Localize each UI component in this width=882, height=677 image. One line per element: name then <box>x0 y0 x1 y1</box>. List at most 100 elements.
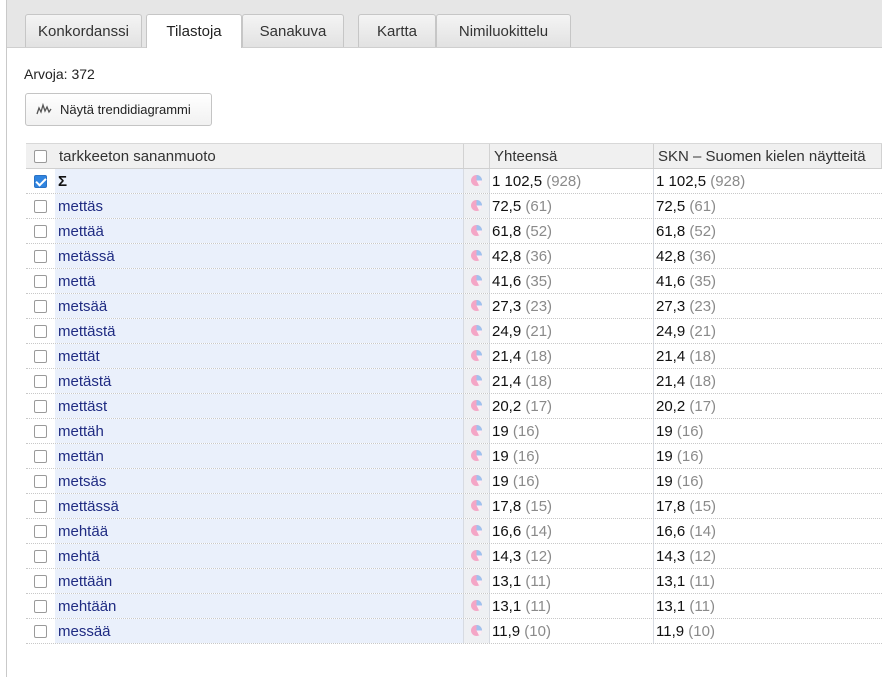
pie-chart-icon[interactable] <box>470 599 483 612</box>
word-link[interactable]: mettää <box>55 223 104 240</box>
row-checkbox[interactable] <box>34 600 47 613</box>
table-row: mehtää 16,6 (14) 16,6 (14) <box>26 519 882 544</box>
row-checkbox[interactable] <box>34 500 47 513</box>
pie-chart-icon[interactable] <box>470 349 483 362</box>
corpus-absolute-count: (928) <box>710 173 746 190</box>
word-link[interactable]: mettästä <box>55 323 116 340</box>
column-header-word[interactable]: tarkkeeton sananmuoto <box>55 144 464 168</box>
corpus-relative-value: 16,6 <box>656 523 686 540</box>
word-link[interactable]: mettän <box>55 448 104 465</box>
corpus-absolute-count: (16) <box>676 448 704 465</box>
table-row: Σ 1 102,5 (928) 1 102,5 (928) <box>26 169 882 194</box>
total-relative-value: 24,9 <box>492 323 522 340</box>
corpus-cell: 21,4 (18) <box>654 369 882 393</box>
word-cell: metsää <box>55 294 464 318</box>
row-checkbox[interactable] <box>34 425 47 438</box>
corpus-relative-value: 19 <box>656 473 673 490</box>
word-link[interactable]: metässä <box>55 248 115 265</box>
word-link[interactable]: mettä <box>55 273 96 290</box>
row-checkbox-cell <box>26 194 55 218</box>
word-link[interactable]: mettässä <box>55 498 119 515</box>
pie-chart-icon[interactable] <box>470 399 483 412</box>
table-row: mettästä 24,9 (21) 24,9 (21) <box>26 319 882 344</box>
corpus-absolute-count: (61) <box>689 198 717 215</box>
word-cell: mettässä <box>55 494 464 518</box>
word-link[interactable]: mettät <box>55 348 100 365</box>
table-row: mettää 61,8 (52) 61,8 (52) <box>26 219 882 244</box>
corpus-relative-value: 1 102,5 <box>656 173 707 190</box>
word-link[interactable]: mettäst <box>55 398 107 415</box>
pie-chart-icon[interactable] <box>470 574 483 587</box>
row-checkbox[interactable] <box>34 300 47 313</box>
row-checkbox[interactable] <box>34 275 47 288</box>
total-absolute-count: (18) <box>525 348 553 365</box>
row-checkbox[interactable] <box>34 550 47 563</box>
corpus-cell: 1 102,5 (928) <box>654 169 882 193</box>
total-cell: 72,5 (61) <box>490 194 654 218</box>
tab-nimiluokittelu[interactable]: Nimiluokittelu <box>436 14 571 47</box>
row-checkbox[interactable] <box>34 175 47 188</box>
pie-cell <box>464 594 490 618</box>
word-link[interactable]: mettäh <box>55 423 104 440</box>
total-cell: 16,6 (14) <box>490 519 654 543</box>
trend-chart-icon <box>36 103 52 115</box>
row-checkbox[interactable] <box>34 525 47 538</box>
pie-chart-icon[interactable] <box>470 524 483 537</box>
pie-chart-icon[interactable] <box>470 499 483 512</box>
word-link[interactable]: metsäs <box>55 473 106 490</box>
select-all-checkbox[interactable] <box>34 150 47 163</box>
corpus-absolute-count: (21) <box>689 323 717 340</box>
column-header-total[interactable]: Yhteensä <box>490 144 654 168</box>
pie-chart-icon[interactable] <box>470 449 483 462</box>
column-header-corpus[interactable]: SKN – Suomen kielen näytteitä <box>654 144 882 168</box>
row-checkbox[interactable] <box>34 350 47 363</box>
tab-konkordanssi[interactable]: Konkordanssi <box>25 14 142 47</box>
pie-chart-icon[interactable] <box>470 549 483 562</box>
pie-chart-icon[interactable] <box>470 374 483 387</box>
corpus-cell: 13,1 (11) <box>654 569 882 593</box>
pie-chart-icon[interactable] <box>470 474 483 487</box>
pie-chart-icon[interactable] <box>470 224 483 237</box>
pie-cell <box>464 619 490 643</box>
corpus-absolute-count: (18) <box>689 373 717 390</box>
word-link[interactable]: metsää <box>55 298 107 315</box>
word-link[interactable]: Σ <box>55 173 67 190</box>
pie-chart-icon[interactable] <box>470 274 483 287</box>
corpus-absolute-count: (35) <box>689 273 717 290</box>
pie-chart-icon[interactable] <box>470 424 483 437</box>
pie-chart-icon[interactable] <box>470 199 483 212</box>
word-link[interactable]: mehtään <box>55 598 116 615</box>
tab-tilastoja[interactable]: Tilastoja <box>146 14 242 48</box>
pie-chart-icon[interactable] <box>470 299 483 312</box>
word-link[interactable]: mehtä <box>55 548 100 565</box>
row-checkbox[interactable] <box>34 325 47 338</box>
row-checkbox[interactable] <box>34 575 47 588</box>
word-link[interactable]: mettäs <box>55 198 103 215</box>
pie-cell <box>464 494 490 518</box>
pie-cell <box>464 569 490 593</box>
show-trend-chart-button[interactable]: Näytä trendidiagrammi <box>25 93 212 126</box>
row-checkbox[interactable] <box>34 250 47 263</box>
row-checkbox[interactable] <box>34 200 47 213</box>
word-cell: mehtään <box>55 594 464 618</box>
row-checkbox-cell <box>26 419 55 443</box>
row-checkbox[interactable] <box>34 450 47 463</box>
word-cell: mettään <box>55 569 464 593</box>
tab-kartta[interactable]: Kartta <box>358 14 436 47</box>
word-link[interactable]: metästä <box>55 373 111 390</box>
total-cell: 19 (16) <box>490 444 654 468</box>
corpus-relative-value: 42,8 <box>656 248 686 265</box>
row-checkbox[interactable] <box>34 625 47 638</box>
word-link[interactable]: mehtää <box>55 523 108 540</box>
row-checkbox[interactable] <box>34 225 47 238</box>
pie-chart-icon[interactable] <box>470 174 483 187</box>
word-link[interactable]: mettään <box>55 573 112 590</box>
tab-sanakuva[interactable]: Sanakuva <box>242 14 344 47</box>
word-link[interactable]: messää <box>55 623 111 640</box>
row-checkbox[interactable] <box>34 375 47 388</box>
pie-chart-icon[interactable] <box>470 249 483 262</box>
pie-chart-icon[interactable] <box>470 324 483 337</box>
pie-chart-icon[interactable] <box>470 624 483 637</box>
row-checkbox[interactable] <box>34 400 47 413</box>
row-checkbox[interactable] <box>34 475 47 488</box>
